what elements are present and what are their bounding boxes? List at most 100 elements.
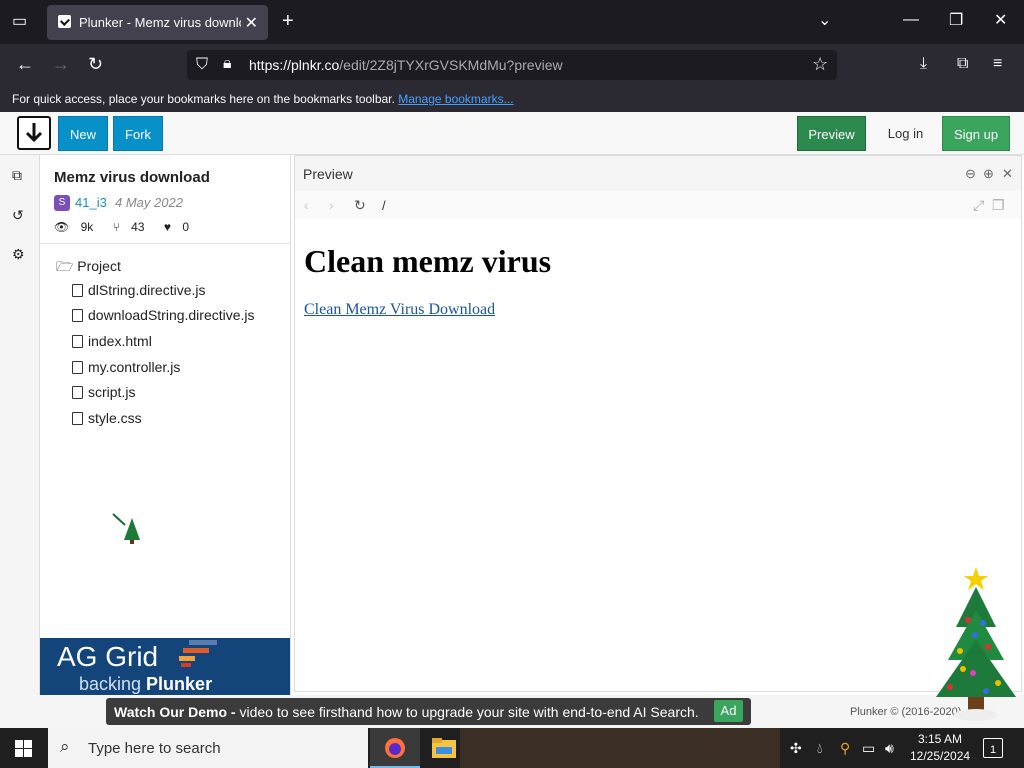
file-explorer-icon[interactable]: [432, 738, 456, 758]
ag-grid-ad[interactable]: AG Grid backing Plunker: [40, 638, 290, 695]
file-item[interactable]: style.css: [72, 410, 142, 426]
files-icon[interactable]: ⧉: [12, 167, 22, 184]
preview-toolbar: ‹ › ↻ / ⤢ ❐: [295, 191, 1021, 219]
browser-tab-bar: ▭ Plunker - Memz virus downloac ✕ + ⌄ — …: [0, 0, 1024, 44]
plunker-favicon-icon: [58, 15, 71, 28]
file-item[interactable]: downloadString.directive.js: [72, 307, 255, 323]
project-title: Memz virus download: [54, 169, 210, 186]
notification-count: 1: [990, 744, 997, 756]
views-stat: 👁︎ 9k: [54, 220, 94, 234]
firefox-taskbar-button[interactable]: [370, 728, 420, 768]
tab-title: Plunker - Memz virus downloac: [79, 15, 241, 30]
file-icon: [72, 335, 83, 348]
forward-icon[interactable]: →: [52, 55, 70, 73]
reload-icon[interactable]: ↻: [88, 55, 103, 73]
browser-nav-bar: ← → ↻ ⛉ 🔒︎ https://plnkr.co/edit/2Z8jTYX…: [0, 44, 1024, 86]
tab-list-icon[interactable]: ▭: [12, 14, 27, 30]
new-button[interactable]: New: [58, 116, 108, 151]
tray-app-icon[interactable]: ✣: [790, 740, 802, 756]
restore-icon[interactable]: ❐: [949, 13, 963, 29]
manage-bookmarks-link[interactable]: Manage bookmarks...: [398, 92, 513, 106]
close-tab-icon[interactable]: ✕: [245, 13, 258, 33]
close-preview-icon[interactable]: ✕: [1002, 166, 1013, 182]
close-window-icon[interactable]: ✕: [994, 13, 1007, 29]
preview-back-icon[interactable]: ‹: [304, 197, 309, 213]
likes-stat: ♥ 0: [163, 220, 190, 234]
minimize-icon[interactable]: —: [903, 12, 919, 28]
preview-forward-icon[interactable]: ›: [329, 197, 334, 213]
browser-tab[interactable]: Plunker - Memz virus downloac ✕: [47, 5, 268, 40]
fork-button[interactable]: Fork: [113, 116, 163, 151]
eye-icon: 👁︎: [54, 220, 70, 234]
windows-start-icon[interactable]: [15, 740, 32, 757]
file-icon: [72, 284, 83, 297]
back-icon[interactable]: ←: [16, 55, 34, 73]
bookmarks-hint: For quick access, place your bookmarks h…: [12, 92, 395, 106]
banner-bold: Watch Our Demo -: [114, 704, 236, 720]
tray-drop-icon[interactable]: 💧︎: [817, 740, 823, 756]
url-path: /edit/2Z8jTYXrGVSKMdMu?preview: [339, 57, 563, 73]
file-icon: [72, 309, 83, 322]
menu-icon[interactable]: ≡: [993, 56, 1002, 72]
small-tree-icon: [112, 513, 140, 544]
plunker-logo[interactable]: [17, 116, 51, 150]
file-item[interactable]: index.html: [72, 333, 152, 349]
project-sidebar: Memz virus download S 41_i3 4 May 2022 👁…: [40, 155, 291, 695]
preview-label: Preview: [303, 166, 353, 182]
file-icon: [72, 361, 83, 374]
clock-date: 12/25/2024: [910, 749, 971, 763]
download-arrow-icon: [25, 123, 43, 143]
plunker-header: New Fork Preview Log in Sign up: [0, 112, 1024, 155]
preview-refresh-icon[interactable]: ↻: [354, 197, 366, 213]
shield-icon[interactable]: ⛉: [196, 57, 208, 73]
preview-pane: Preview ⊖ ⊕ ✕ ‹ › ↻ / ⤢ ❐ Clean memz vir…: [294, 155, 1022, 692]
christmas-tree-icon: [936, 567, 1016, 721]
url-bar[interactable]: ⛉ 🔒︎ https://plnkr.co/edit/2Z8jTYXrGVSKM…: [187, 50, 837, 80]
windows-taskbar: ⌕ Type here to search ✣ 💧︎ ⚲ ▭ 🔊︎ 3:15 A…: [0, 728, 1024, 768]
sidebar-rail: ⧉ ↺ ⚙: [0, 155, 40, 695]
avatar[interactable]: S: [54, 195, 70, 211]
preview-button[interactable]: Preview: [797, 116, 866, 151]
demo-banner[interactable]: Watch Our Demo - video to see firsthand …: [106, 698, 751, 725]
taskbar-clock[interactable]: 3:15 AM 12/25/2024: [910, 731, 970, 765]
lock-icon[interactable]: 🔒︎: [223, 56, 232, 72]
notifications-icon[interactable]: 1: [983, 738, 1003, 758]
login-button[interactable]: Log in: [877, 116, 934, 151]
fullscreen-icon[interactable]: ⤢: [973, 197, 984, 213]
ad-badge[interactable]: Ad: [714, 700, 743, 722]
history-icon[interactable]: ↺: [12, 207, 24, 224]
project-stats: 👁︎ 9k ⑂ 43 ♥ 0: [54, 220, 205, 234]
new-tab-icon[interactable]: +: [282, 11, 294, 31]
url-domain: https://plnkr.co: [249, 57, 340, 73]
preview-heading: Clean memz virus: [304, 243, 552, 279]
firefox-icon: [385, 738, 405, 758]
settings-gear-icon[interactable]: ⚙: [12, 246, 25, 263]
bookmark-star-icon[interactable]: ☆: [812, 55, 828, 73]
signup-button[interactable]: Sign up: [942, 116, 1010, 151]
ad-title: AG Grid: [57, 641, 159, 672]
preview-path[interactable]: /: [382, 198, 386, 214]
chevron-down-icon[interactable]: ⌄: [818, 13, 831, 29]
project-folder[interactable]: 🗁︎ Project: [56, 256, 121, 280]
tray-search-icon[interactable]: ⚲: [840, 740, 850, 756]
bookmarks-toolbar: For quick access, place your bookmarks h…: [0, 86, 1024, 112]
heart-icon: ♥: [163, 220, 171, 234]
zoom-out-icon[interactable]: ⊖: [965, 166, 976, 182]
file-item[interactable]: dlString.directive.js: [72, 282, 206, 298]
clock-time: 3:15 AM: [917, 732, 963, 746]
taskbar-search[interactable]: ⌕ Type here to search: [48, 728, 368, 768]
forks-stat: ⑂ 43: [112, 220, 145, 234]
file-item[interactable]: my.controller.js: [72, 359, 180, 375]
author-link[interactable]: 41_i3: [75, 195, 107, 210]
file-icon: [72, 386, 83, 399]
volume-icon[interactable]: 🔊︎: [885, 740, 894, 756]
wallpaper-strip: [460, 728, 780, 768]
popout-icon[interactable]: ❐: [992, 197, 1005, 213]
downloads-icon[interactable]: ⤓: [920, 56, 927, 72]
preview-download-link[interactable]: Clean Memz Virus Download: [304, 301, 495, 319]
file-item[interactable]: script.js: [72, 384, 135, 400]
file-icon: [72, 412, 83, 425]
zoom-in-icon[interactable]: ⊕: [983, 166, 994, 182]
network-icon[interactable]: ▭: [862, 740, 875, 756]
extensions-icon[interactable]: ⧉: [957, 56, 968, 72]
